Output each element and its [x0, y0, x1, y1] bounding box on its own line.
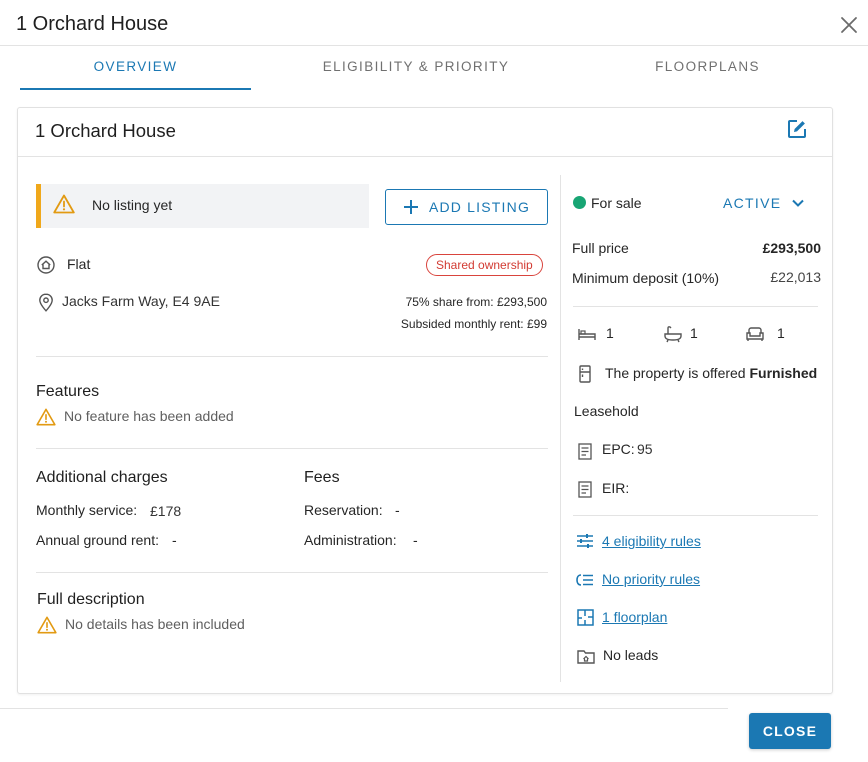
full-price-value: £293,500 — [762, 240, 821, 256]
tenure: Leasehold — [574, 403, 639, 419]
description-empty-text: No details has been included — [65, 616, 245, 632]
home-icon — [37, 256, 55, 274]
fridge-icon — [578, 365, 592, 383]
property-type: Flat — [67, 256, 91, 272]
description-heading: Full description — [37, 591, 145, 608]
status-dot — [573, 196, 586, 209]
administration-label: Administration: — [304, 532, 397, 548]
plus-icon — [403, 199, 419, 215]
furnishing-text: The property is offered Furnished — [605, 365, 817, 381]
bedrooms-count: 1 — [606, 325, 614, 341]
no-listing-text: No listing yet — [92, 197, 173, 213]
living-rooms-count: 1 — [777, 325, 785, 341]
dialog-title: 1 Orchard House — [16, 13, 169, 35]
close-button[interactable]: CLOSE — [749, 713, 831, 749]
bath-icon — [663, 325, 683, 343]
header-divider — [0, 45, 868, 46]
add-listing-label: ADD LISTING — [428, 199, 531, 215]
monthly-rent: Subsided monthly rent: £99 — [400, 317, 547, 331]
property-address: Jacks Farm Way, E4 9AE — [62, 293, 220, 309]
floorplan-link[interactable]: 1 floorplan — [602, 609, 667, 625]
chevron-down-icon — [791, 198, 805, 208]
epc-label: EPC: — [602, 441, 635, 457]
eir-label: EIR: — [602, 480, 630, 496]
full-price-label: Full price — [572, 240, 629, 256]
card-title: 1 Orchard House — [35, 120, 176, 141]
section-divider — [573, 306, 818, 307]
additional-charges-heading: Additional charges — [36, 469, 168, 486]
section-divider — [36, 356, 548, 357]
tab-indicator — [20, 88, 251, 90]
add-listing-button[interactable]: ADD LISTING — [385, 189, 548, 225]
ground-rent-value: - — [172, 532, 177, 548]
tab-floorplans[interactable]: FLOORPLANS — [590, 59, 825, 74]
eligibility-rules-link[interactable]: 4 eligibility rules — [602, 533, 701, 549]
card-header-divider — [18, 156, 832, 157]
column-divider — [560, 175, 561, 682]
epc-value: 95 — [637, 441, 653, 457]
no-listing-banner — [36, 184, 369, 228]
sale-status: For sale — [591, 195, 642, 211]
features-heading: Features — [36, 383, 100, 400]
furnishing-value: Furnished — [749, 365, 818, 381]
fees-heading: Fees — [304, 469, 340, 486]
leads-text: No leads — [603, 647, 659, 663]
status-dropdown[interactable]: ACTIVE — [723, 195, 805, 211]
floorplan-icon — [577, 609, 594, 626]
tab-overview[interactable]: OVERVIEW — [20, 59, 251, 74]
sliders-icon — [576, 533, 594, 549]
status-dropdown-label: ACTIVE — [723, 195, 782, 211]
ground-rent-label: Annual ground rent: — [36, 532, 159, 548]
warning-icon — [37, 616, 57, 634]
share-from-price: 75% share from: £293,500 — [405, 295, 547, 309]
furnishing-prefix: The property is offered — [605, 365, 746, 381]
deposit-label: Minimum deposit (10%) — [572, 270, 720, 286]
document-icon — [578, 443, 592, 460]
administration-value: - — [413, 532, 418, 548]
bathrooms-count: 1 — [690, 325, 698, 341]
bed-icon — [577, 326, 597, 342]
features-empty-text: No feature has been added — [64, 408, 234, 424]
section-divider — [36, 448, 548, 449]
edit-icon[interactable] — [786, 118, 808, 140]
footer-divider — [0, 708, 728, 709]
document-icon — [578, 481, 592, 498]
warning-icon — [53, 194, 75, 214]
reservation-label: Reservation: — [304, 502, 383, 518]
priority-rules-link[interactable]: No priority rules — [602, 571, 700, 587]
sofa-icon — [745, 326, 765, 342]
location-pin-icon — [38, 293, 54, 312]
priority-list-icon — [576, 572, 594, 588]
shared-ownership-badge: Shared ownership — [426, 254, 543, 276]
close-icon[interactable] — [838, 14, 860, 36]
monthly-service-label: Monthly service: — [36, 502, 138, 518]
folder-home-icon — [577, 649, 595, 664]
deposit-value: £22,013 — [770, 269, 821, 285]
section-divider — [36, 572, 548, 573]
warning-icon — [36, 408, 56, 426]
reservation-value: - — [395, 502, 400, 518]
tab-eligibility-priority[interactable]: ELIGIBILITY & PRIORITY — [300, 59, 532, 74]
monthly-service-value: £178 — [150, 503, 182, 519]
section-divider — [573, 515, 818, 516]
